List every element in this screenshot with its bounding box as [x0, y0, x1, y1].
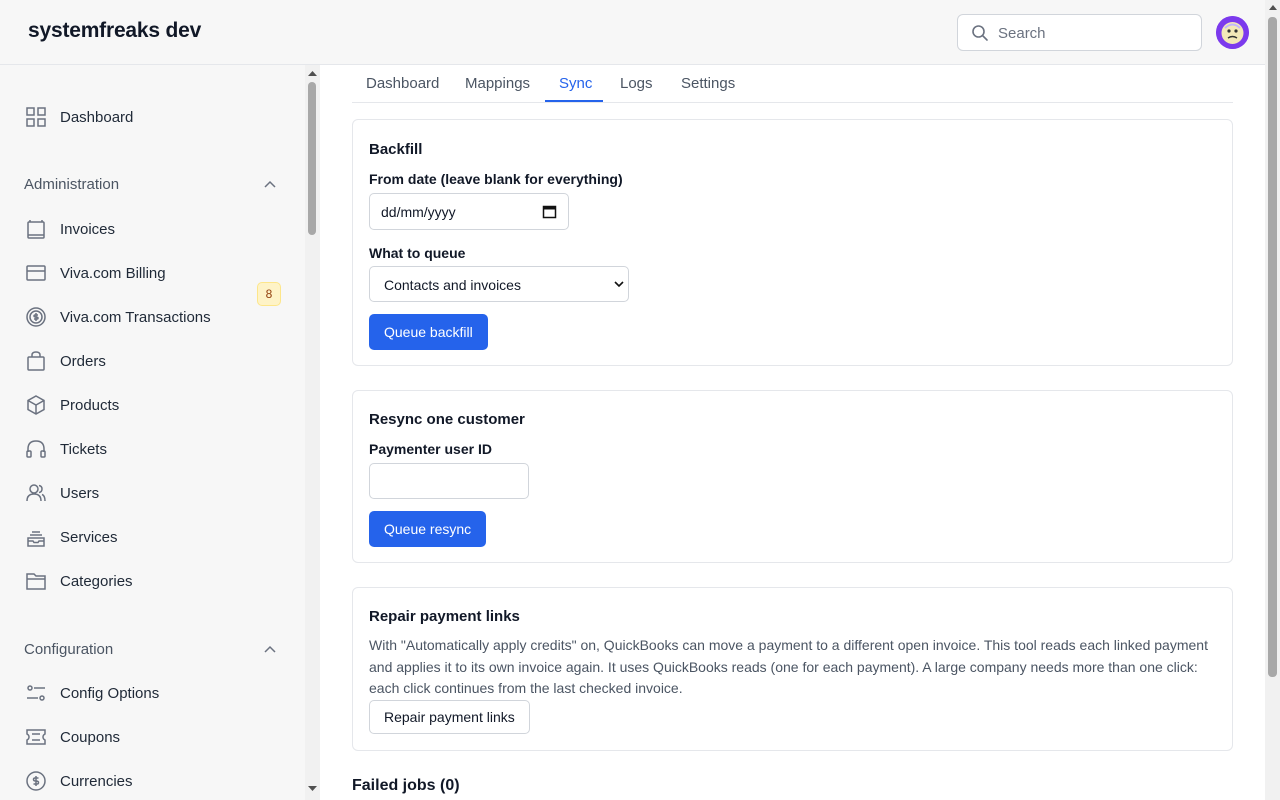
users-icon — [24, 481, 48, 505]
calendar-icon[interactable] — [542, 204, 557, 219]
sidebar-item-config-options[interactable]: Config Options — [24, 679, 159, 707]
repair-payment-links-button[interactable]: Repair payment links — [369, 700, 530, 734]
sidebar-scrollbar[interactable] — [305, 65, 320, 800]
sidebar: Dashboard Administration Invoices 8 Viva… — [0, 65, 305, 800]
tab-settings[interactable]: Settings — [681, 75, 735, 92]
sidebar-item-invoices[interactable]: Invoices — [24, 215, 115, 243]
tab-bar: Dashboard Mappings Sync Logs Settings — [352, 65, 1233, 103]
sidebar-item-label: Viva.com Transactions — [60, 308, 211, 326]
scroll-up-icon[interactable] — [307, 69, 318, 77]
tab-logs[interactable]: Logs — [620, 75, 653, 92]
avatar[interactable] — [1216, 16, 1249, 49]
invoices-count-badge: 8 — [257, 282, 281, 306]
queue-resync-button[interactable]: Queue resync — [369, 511, 487, 547]
failed-jobs-heading: Failed jobs (0) — [352, 777, 460, 794]
select-value: Contacts and invoices — [384, 277, 521, 293]
scroll-up-icon[interactable] — [1268, 3, 1278, 11]
queue-type-select[interactable]: Contacts and invoices — [369, 266, 629, 302]
user-id-input[interactable] — [369, 463, 529, 499]
sidebar-item-label: Dashboard — [60, 108, 134, 126]
sidebar-item-label: Services — [60, 528, 118, 546]
sidebar-item-label: Viva.com Billing — [60, 264, 166, 282]
card-title: Resync one customer — [369, 411, 525, 428]
sidebar-item-viva-transactions[interactable]: Viva.com Transactions — [24, 303, 211, 331]
search-placeholder: Search — [998, 25, 1046, 42]
repair-card: Repair payment links With "Automatically… — [352, 587, 1233, 751]
tab-dashboard[interactable]: Dashboard — [366, 75, 439, 92]
sidebar-item-orders[interactable]: Orders — [24, 347, 106, 375]
card-icon — [24, 261, 48, 285]
chevron-down-icon — [614, 281, 624, 288]
sidebar-item-label: Coupons — [60, 728, 121, 746]
app-title: systemfreaks dev — [28, 19, 202, 42]
sidebar-item-currencies[interactable]: Currencies — [24, 767, 133, 795]
chevron-up-icon[interactable] — [263, 178, 277, 192]
sidebar-item-label: Users — [60, 484, 100, 502]
scroll-down-icon[interactable] — [307, 785, 318, 793]
sidebar-item-viva-billing[interactable]: Viva.com Billing — [24, 259, 166, 287]
user-id-label: Paymenter user ID — [369, 441, 492, 457]
sidebar-item-label: Orders — [60, 352, 106, 370]
section-administration[interactable]: Administration — [24, 176, 119, 193]
sidebar-item-products[interactable]: Products — [24, 391, 119, 419]
active-tab-indicator — [545, 100, 603, 102]
what-to-queue-label: What to queue — [369, 245, 466, 261]
dollar-circle-icon — [24, 305, 48, 329]
sidebar-item-label: Invoices — [60, 220, 116, 238]
sidebar-item-users[interactable]: Users — [24, 479, 99, 507]
tab-mappings[interactable]: Mappings — [465, 75, 530, 92]
from-date-input[interactable]: dd/mm/yyyy — [369, 193, 569, 230]
date-placeholder: dd/mm/yyyy — [381, 204, 456, 220]
resync-card: Resync one customer Paymenter user ID Qu… — [352, 390, 1233, 563]
backfill-card: Backfill From date (leave blank for ever… — [352, 119, 1233, 366]
sidebar-item-dashboard[interactable]: Dashboard — [24, 103, 133, 131]
sidebar-item-label: Products — [60, 396, 120, 414]
sidebar-item-tickets[interactable]: Tickets — [24, 435, 107, 463]
card-title: Backfill — [369, 141, 423, 158]
sidebar-scroll-thumb[interactable] — [308, 82, 316, 235]
invoice-icon — [24, 217, 48, 241]
top-bar: systemfreaks dev Search — [0, 0, 1280, 65]
page-scrollbar[interactable] — [1265, 0, 1280, 800]
section-configuration[interactable]: Configuration — [24, 641, 113, 658]
search-icon — [972, 25, 988, 41]
sidebar-item-label: Currencies — [60, 772, 133, 790]
chevron-up-icon[interactable] — [263, 643, 277, 657]
currency-icon — [24, 769, 48, 793]
grid-icon — [24, 105, 48, 129]
page-scroll-thumb[interactable] — [1268, 17, 1277, 677]
tab-sync[interactable]: Sync — [559, 75, 592, 92]
queue-backfill-button[interactable]: Queue backfill — [369, 314, 488, 350]
repair-description: With "Automatically apply credits" on, Q… — [369, 637, 1208, 696]
coupon-icon — [24, 725, 48, 749]
from-date-label: From date (leave blank for everything) — [369, 171, 623, 187]
box-icon — [24, 393, 48, 417]
sidebar-item-label: Config Options — [60, 684, 160, 702]
sidebar-item-services[interactable]: Services — [24, 523, 118, 551]
card-title: Repair payment links — [369, 608, 520, 625]
search-input[interactable]: Search — [957, 14, 1202, 51]
bag-icon — [24, 349, 48, 373]
sidebar-item-label: Tickets — [60, 440, 107, 458]
sidebar-item-categories[interactable]: Categories — [24, 567, 133, 595]
stack-icon — [24, 525, 48, 549]
headset-icon — [24, 437, 48, 461]
sidebar-item-label: Categories — [60, 572, 133, 590]
sliders-icon — [24, 681, 48, 705]
folder-icon — [24, 569, 48, 593]
sidebar-item-coupons[interactable]: Coupons — [24, 723, 120, 751]
